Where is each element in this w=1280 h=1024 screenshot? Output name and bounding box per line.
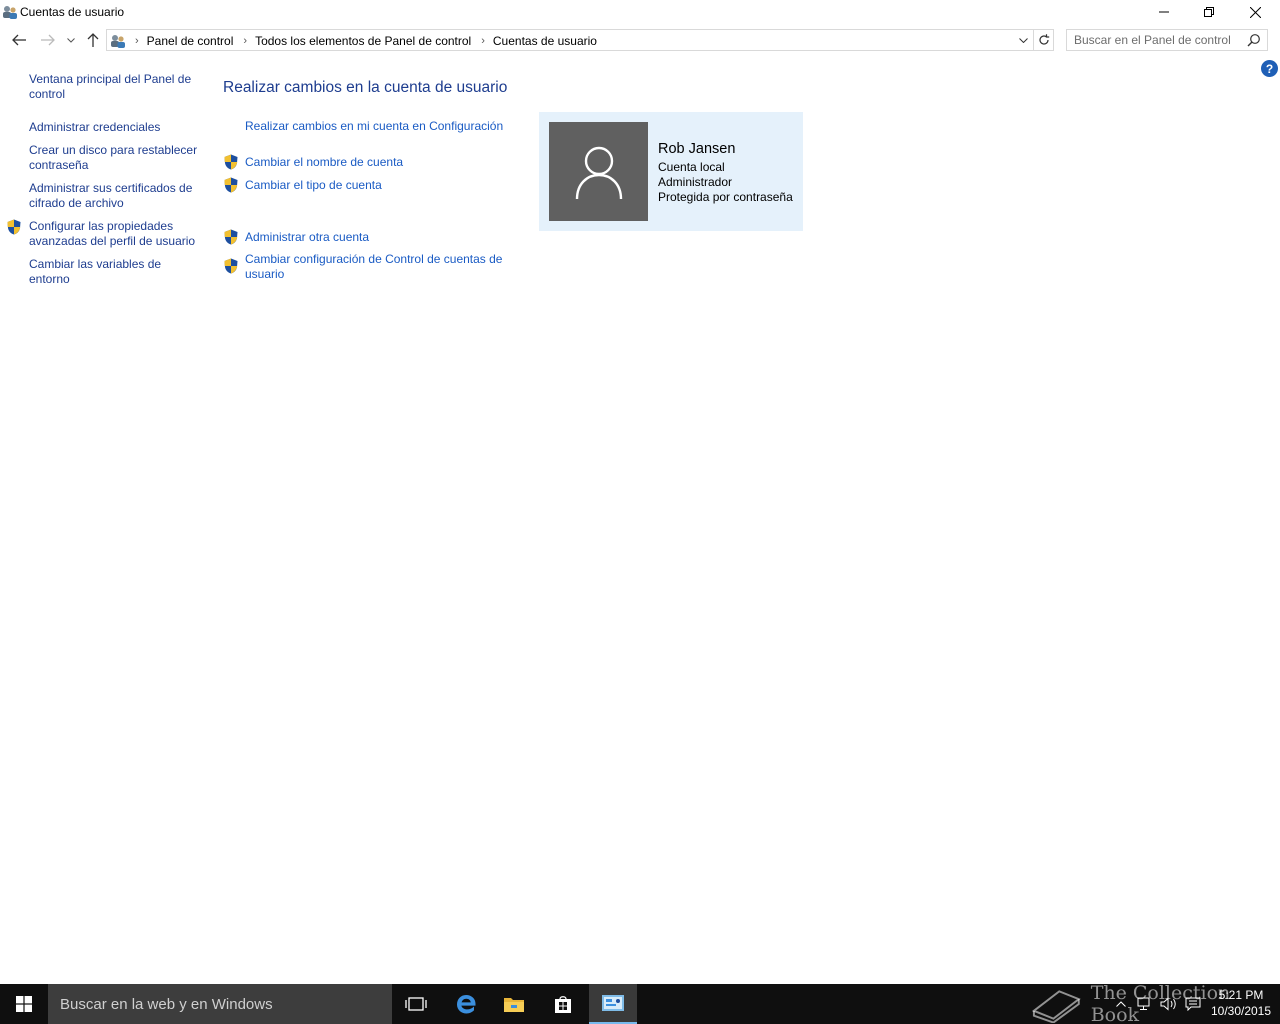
clock-time: 5:21 PM [1218,988,1264,1002]
task-view-button[interactable] [392,984,440,1024]
book-logo-icon [1031,990,1081,1023]
breadcrumb-item-user-accounts[interactable]: Cuentas de usuario [493,34,597,48]
search-icon[interactable] [1247,33,1261,47]
forward-button[interactable] [38,30,58,50]
restore-button[interactable] [1186,0,1232,24]
breadcrumb-item-all-items[interactable]: Todos los elementos de Panel de control [255,34,471,48]
close-icon [1249,6,1261,18]
window-title: Cuentas de usuario [20,5,125,19]
clock-date: 10/30/2015 [1210,1004,1272,1018]
title-bar: Cuentas de usuario [0,0,1280,24]
arrow-up-icon [87,33,99,47]
arrow-right-icon [41,34,55,46]
link-change-account-type[interactable]: Cambiar el tipo de cuenta [245,178,382,193]
notification-icon [1185,997,1201,1011]
taskbar-search-box[interactable]: Buscar en la web y en Windows [48,984,392,1024]
breadcrumb: › Panel de control › Todos los elementos… [109,32,597,50]
action-center-button[interactable] [1182,984,1204,1024]
speaker-icon [1160,997,1176,1011]
user-accounts-icon [3,6,17,19]
show-hidden-icons-button[interactable] [1112,984,1130,1024]
refresh-button[interactable] [1034,29,1054,51]
uac-shield-icon [224,177,238,193]
link-password-reset-disk[interactable]: Crear un disco para restablecer contrase… [29,143,204,173]
user-silhouette-icon [575,146,622,199]
password-status: Protegida por contraseña [658,190,793,204]
store-button[interactable] [539,984,587,1024]
link-change-account-name[interactable]: Cambiar el nombre de cuenta [245,155,403,170]
account-type: Cuenta local [658,160,725,174]
network-icon [1137,997,1150,1010]
up-button[interactable] [83,30,103,50]
uac-shield-icon [224,154,238,170]
taskbar: Buscar en la web y en Windows The Collec… [0,982,1280,1024]
account-role: Administrador [658,175,733,189]
close-button[interactable] [1232,0,1278,24]
search-input[interactable] [1074,32,1242,48]
page-title: Realizar cambios en la cuenta de usuario [223,79,508,96]
link-file-encryption-certificates[interactable]: Administrar sus certificados de cifrado … [29,181,204,211]
address-dropdown-button[interactable] [1015,32,1031,48]
chevron-right-icon[interactable]: › [481,35,485,47]
uac-shield-icon [224,258,238,274]
arrow-left-icon [12,34,26,46]
user-account-tile: Rob Jansen Cuenta local Administrador Pr… [539,112,803,231]
address-bar[interactable]: › Panel de control › Todos los elementos… [106,29,1034,51]
minimize-button[interactable] [1141,0,1187,24]
help-button[interactable]: ? [1261,60,1278,77]
volume-button[interactable] [1158,984,1180,1024]
file-explorer-button[interactable] [490,984,538,1024]
windows-logo-icon [16,996,32,1012]
link-uac-settings[interactable]: Cambiar configuración de Control de cuen… [245,252,515,282]
avatar [549,122,648,221]
edge-browser-icon [457,995,476,1014]
control-panel-icon [602,995,624,1011]
refresh-icon [1038,34,1049,45]
control-panel-taskbar-button[interactable] [589,984,637,1024]
chevron-down-icon [1018,37,1028,43]
user-accounts-icon [111,35,125,48]
minimize-icon [1159,11,1169,13]
breadcrumb-item-panel[interactable]: Panel de control [147,34,234,48]
uac-shield-icon [7,219,21,235]
search-field[interactable] [1066,29,1268,51]
link-control-panel-home[interactable]: Ventana principal del Panel de control [29,72,204,102]
back-button[interactable] [9,30,29,50]
chevron-right-icon[interactable]: › [243,35,247,47]
clock[interactable]: 5:21 PM 10/30/2015 [1208,987,1274,1019]
start-button[interactable] [0,984,48,1024]
link-change-account-in-settings[interactable]: Realizar cambios en mi cuenta en Configu… [245,119,503,134]
link-advanced-profile-properties[interactable]: Configurar las propiedades avanzadas del… [29,219,204,249]
folder-icon [504,998,524,1012]
restore-icon [1204,7,1214,17]
task-view-icon [405,997,427,1011]
link-manage-credentials[interactable]: Administrar credenciales [29,120,204,135]
link-manage-another-account[interactable]: Administrar otra cuenta [245,230,369,245]
edge-button[interactable] [442,984,490,1024]
store-bag-icon [555,996,571,1013]
user-name: Rob Jansen [658,141,736,157]
chevron-right-icon[interactable]: › [135,35,139,47]
chevron-down-icon [67,37,75,43]
link-environment-variables[interactable]: Cambiar las variables de entorno [29,257,204,287]
taskbar-search-placeholder: Buscar en la web y en Windows [60,996,273,1013]
uac-shield-icon [224,229,238,245]
chevron-up-icon [1116,1001,1126,1007]
network-button[interactable] [1134,984,1156,1024]
recent-locations-button[interactable] [62,30,80,50]
